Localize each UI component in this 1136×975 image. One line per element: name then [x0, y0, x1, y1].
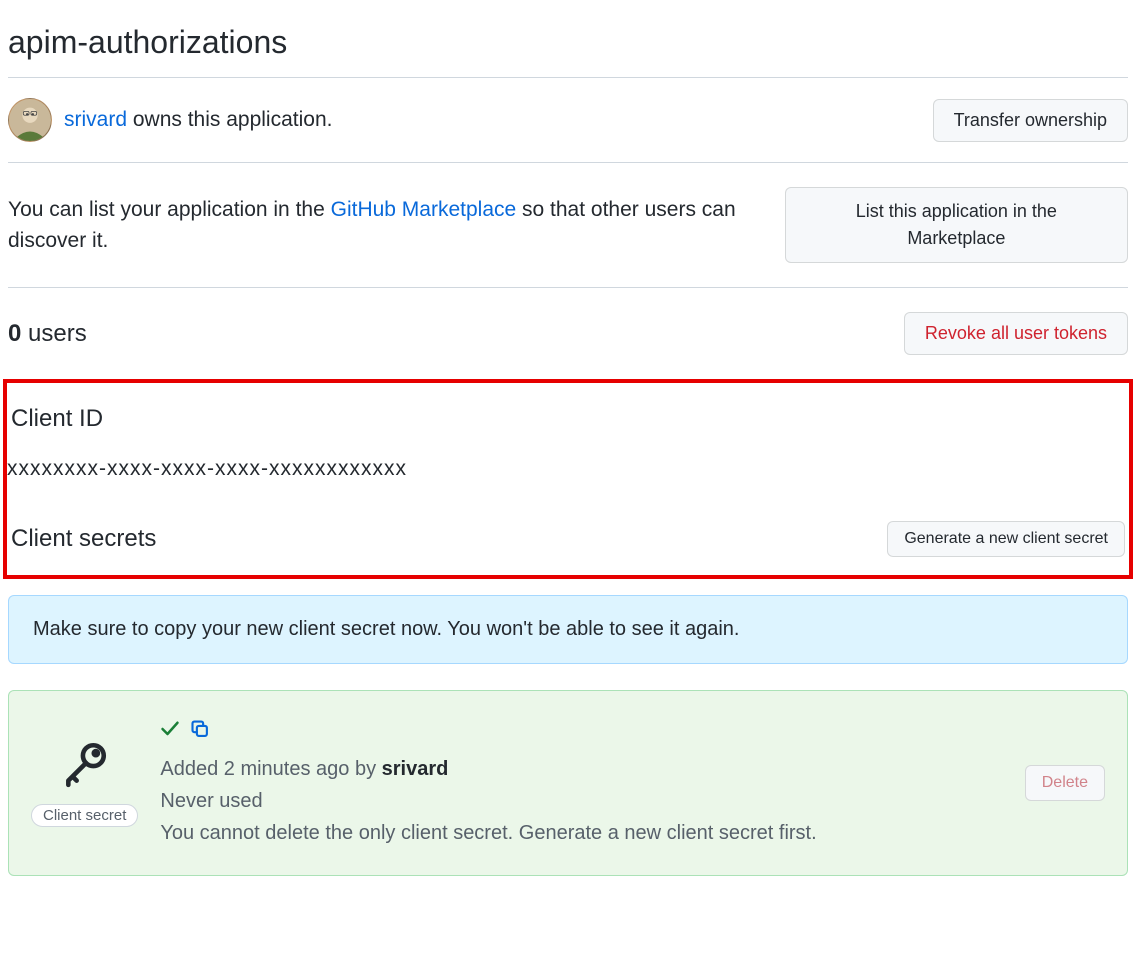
check-icon: [160, 717, 180, 749]
highlight-annotation: Client ID xxxxxxxx-xxxx-xxxx-xxxx-xxxxxx…: [3, 379, 1133, 579]
marketplace-row: You can list your application in the Git…: [8, 163, 1128, 288]
secret-icons-row: [160, 717, 1002, 749]
users-count: 0: [8, 320, 21, 347]
secret-added-by: srivard: [382, 758, 449, 780]
secret-added-line: Added 2 minutes ago by srivard: [160, 753, 1002, 785]
client-secret-card: Client secret Added 2 minutes ago by sri…: [8, 690, 1128, 876]
secret-never-used: Never used: [160, 785, 1002, 817]
owner-row: srivard owns this application. Transfer …: [8, 78, 1128, 163]
copy-icon[interactable]: [190, 717, 210, 749]
secret-key-col: Client secret: [31, 739, 138, 827]
revoke-tokens-button[interactable]: Revoke all user tokens: [904, 312, 1128, 355]
avatar[interactable]: [8, 98, 52, 142]
users-label: users: [21, 320, 86, 347]
owner-link[interactable]: srivard: [64, 108, 127, 131]
transfer-ownership-button[interactable]: Transfer ownership: [933, 99, 1128, 142]
client-secrets-heading: Client secrets: [11, 525, 156, 553]
users-row: 0 users Revoke all user tokens: [8, 288, 1128, 380]
page-title: apim-authorizations: [8, 8, 1128, 78]
marketplace-text: You can list your application in the Git…: [8, 194, 769, 257]
owner-info: srivard owns this application.: [8, 98, 332, 142]
marketplace-prefix: You can list your application in the: [8, 198, 331, 221]
secret-cannot-delete: You cannot delete the only client secret…: [160, 817, 1002, 849]
users-heading: 0 users: [8, 320, 87, 348]
client-id-value: xxxxxxxx-xxxx-xxxx-xxxx-xxxxxxxxxxxx: [7, 433, 1129, 521]
flash-notice: Make sure to copy your new client secret…: [8, 595, 1128, 664]
delete-secret-button[interactable]: Delete: [1025, 765, 1105, 801]
secret-body: Added 2 minutes ago by srivard Never use…: [160, 717, 1002, 849]
client-secrets-row: Client secrets Generate a new client sec…: [7, 521, 1129, 563]
client-id-heading: Client ID: [7, 395, 1129, 433]
client-secret-badge: Client secret: [31, 804, 138, 827]
list-marketplace-button[interactable]: List this application in the Marketplace: [785, 187, 1128, 263]
owner-suffix: owns this application.: [127, 108, 332, 131]
key-icon: [60, 739, 110, 794]
flash-message: Make sure to copy your new client secret…: [33, 618, 739, 640]
marketplace-link[interactable]: GitHub Marketplace: [331, 198, 517, 221]
secret-added-prefix: Added 2 minutes ago by: [160, 758, 381, 780]
generate-secret-button[interactable]: Generate a new client secret: [887, 521, 1125, 557]
owner-text: srivard owns this application.: [64, 108, 332, 132]
